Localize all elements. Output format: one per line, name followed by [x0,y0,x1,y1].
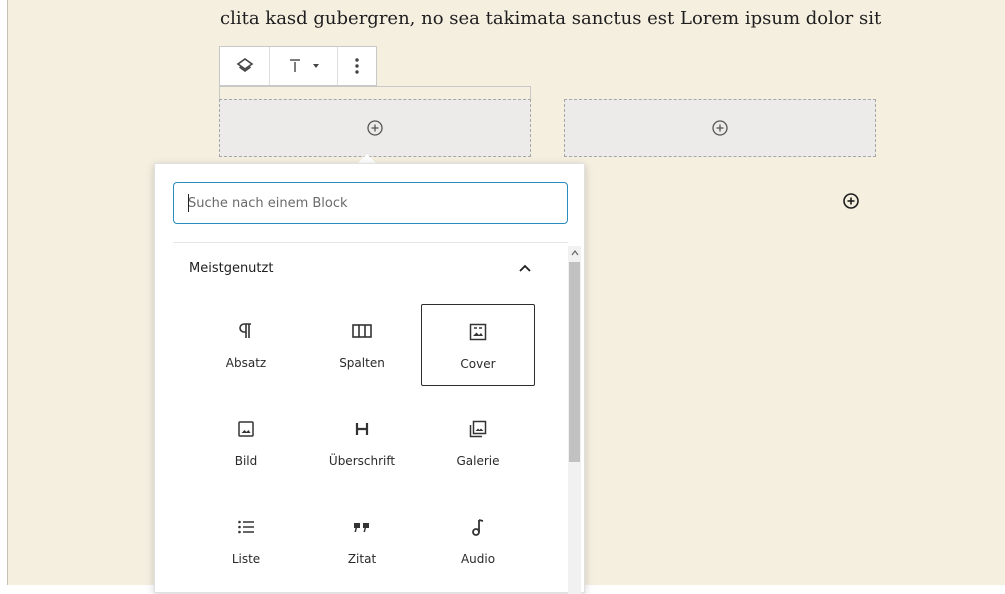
block-label: Absatz [225,356,267,370]
block-label: Zitat [347,552,377,566]
columns-icon [352,324,372,338]
block-inserter-popover: Meistgenutzt Absatz Spalten Cover Bild Ü… [154,163,585,594]
block-label: Audio [460,552,496,566]
add-block-icon [843,193,859,209]
inserter-scrollbar[interactable] [568,246,581,594]
columns-block-outline [219,86,531,99]
chevron-up-icon[interactable] [517,260,533,276]
paragraph-icon [239,323,251,338]
add-block-icon [712,120,728,136]
cover-icon [469,323,487,341]
add-block-icon [367,120,383,136]
block-label: Galerie [456,454,500,468]
block-search-input[interactable] [174,183,567,223]
scroll-up-arrow-icon[interactable] [568,246,581,260]
image-icon [238,421,254,437]
column-1-appender[interactable] [219,99,531,157]
align-top-icon [289,59,300,72]
block-item-audio[interactable]: Audio [421,500,535,582]
select-parent-button[interactable] [220,47,271,85]
block-item-absatz[interactable]: Absatz [189,304,303,386]
divider [173,242,568,243]
more-options-icon [355,58,359,74]
gallery-icon [469,420,487,438]
quote-icon [354,523,369,532]
section-title: Meistgenutzt [189,261,274,276]
block-label: Überschrift [328,454,396,468]
parent-block-icon [236,58,254,72]
more-options-button[interactable] [338,47,376,85]
block-item-ueberschrift[interactable]: Überschrift [305,402,419,484]
block-item-liste[interactable]: Liste [189,500,303,582]
dropdown-arrow-icon [312,64,319,68]
paragraph-text[interactable]: clita kasd gubergren, no sea takimata sa… [220,8,881,29]
text-caret [188,194,189,212]
block-label: Liste [231,552,261,566]
block-label: Bild [234,454,258,468]
audio-icon [472,519,484,536]
scrollbar-thumb[interactable] [569,262,580,462]
block-item-bild[interactable]: Bild [189,402,303,484]
vertical-align-button[interactable] [270,47,339,85]
block-item-cover[interactable]: Cover [421,304,535,386]
block-label: Cover [460,357,496,371]
block-toolbar [219,46,377,86]
block-item-zitat[interactable]: Zitat [305,500,419,582]
block-item-galerie[interactable]: Galerie [421,402,535,484]
block-appender-button[interactable] [842,192,860,210]
list-icon [238,520,254,534]
block-search-field[interactable] [173,182,568,224]
block-item-spalten[interactable]: Spalten [305,304,419,386]
column-2-appender[interactable] [564,99,876,157]
block-label: Spalten [339,356,385,370]
heading-icon [355,423,369,435]
